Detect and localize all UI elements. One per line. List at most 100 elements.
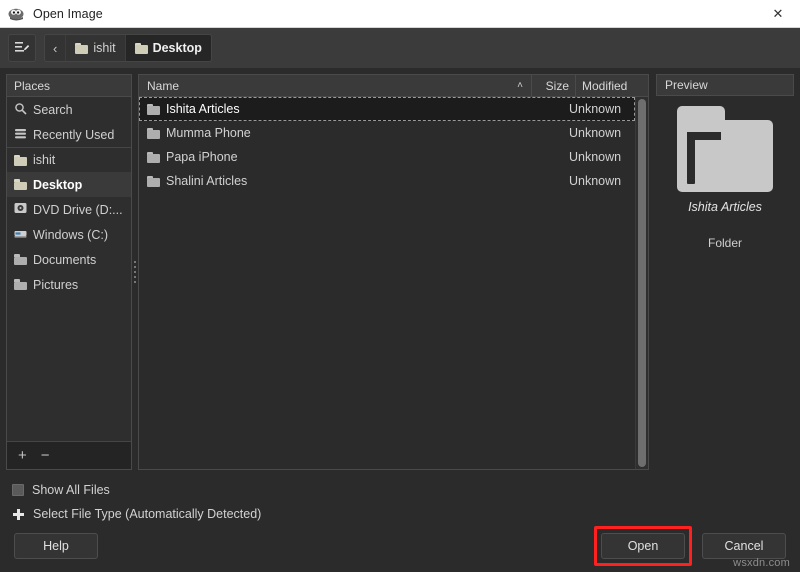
breadcrumb-item-ishit[interactable]: ishit bbox=[66, 35, 126, 61]
file-modified-cell: Unknown bbox=[569, 126, 622, 140]
search-icon bbox=[14, 102, 27, 118]
file-modified-cell: Unknown bbox=[569, 174, 622, 188]
file-name-cell: Shalini Articles bbox=[139, 174, 519, 188]
table-row[interactable]: Shalini Articles Unknown bbox=[139, 169, 635, 193]
close-icon[interactable]: ✕ bbox=[756, 0, 800, 27]
sidebar-item-label: DVD Drive (D:... bbox=[33, 202, 123, 217]
places-footer: + − bbox=[7, 441, 131, 469]
folder-icon bbox=[134, 42, 148, 54]
file-list-header: Name ˄ Size Modified bbox=[139, 75, 648, 97]
sidebar-item-ishit[interactable]: ishit bbox=[7, 147, 131, 172]
folder-icon bbox=[75, 42, 89, 54]
preview-body: Ishita Articles Folder bbox=[656, 96, 794, 470]
column-header-size[interactable]: Size bbox=[532, 75, 576, 96]
scrollbar-thumb[interactable] bbox=[638, 99, 646, 467]
window-title: Open Image bbox=[33, 6, 103, 21]
sidebar-item-label: Pictures bbox=[33, 277, 79, 292]
file-name-cell: Papa iPhone bbox=[139, 150, 519, 164]
preview-file-type: Folder bbox=[707, 236, 742, 250]
footer-bar: Help Open Cancel wsxdn.com bbox=[0, 526, 800, 572]
sidebar-item-pictures[interactable]: Pictures bbox=[7, 272, 131, 297]
show-all-files-checkbox[interactable] bbox=[12, 484, 24, 496]
cancel-button[interactable]: Cancel bbox=[702, 533, 786, 559]
file-name-label: Shalini Articles bbox=[166, 174, 248, 188]
file-name-cell: Ishita Articles bbox=[139, 102, 519, 116]
sidebar-item-label: ishit bbox=[33, 153, 56, 167]
folder-icon bbox=[147, 151, 160, 163]
places-panel: Places Search Recently Used ishit Deskto… bbox=[6, 74, 132, 470]
sidebar-item-label: Desktop bbox=[33, 177, 83, 192]
table-row[interactable]: Papa iPhone Unknown bbox=[139, 145, 635, 169]
add-place-button[interactable]: + bbox=[18, 448, 27, 463]
footer-actions: Open Cancel bbox=[594, 526, 786, 566]
column-header-name-label: Name bbox=[147, 78, 180, 93]
sidebar-item-label: Search bbox=[33, 102, 73, 117]
file-modified-cell: Unknown bbox=[569, 102, 622, 116]
show-all-files-label: Show All Files bbox=[32, 483, 110, 497]
file-name-label: Ishita Articles bbox=[166, 102, 240, 116]
open-button-highlight: Open bbox=[594, 526, 692, 566]
expander-plus-icon[interactable] bbox=[12, 508, 25, 521]
open-image-dialog: Open Image ✕ ‹ ishit Desktop Places Sear… bbox=[0, 0, 800, 572]
folder-notch-side bbox=[687, 132, 695, 184]
remove-place-button[interactable]: − bbox=[41, 448, 50, 463]
type-a-file-name-icon bbox=[15, 42, 30, 52]
folder-icon bbox=[14, 254, 27, 265]
sidebar-item-recently-used[interactable]: Recently Used bbox=[7, 122, 131, 147]
places-header: Places bbox=[7, 75, 131, 97]
sidebar-item-windows-c[interactable]: Windows (C:) bbox=[7, 222, 131, 247]
breadcrumb: ‹ ishit Desktop bbox=[44, 34, 212, 62]
breadcrumb-item-desktop[interactable]: Desktop bbox=[125, 35, 211, 61]
file-name-cell: Mumma Phone bbox=[139, 126, 519, 140]
breadcrumb-label: ishit bbox=[93, 41, 116, 55]
table-row[interactable]: Ishita Articles Unknown bbox=[139, 97, 635, 121]
dvd-drive-icon bbox=[14, 202, 27, 217]
sidebar-item-dvd-drive[interactable]: DVD Drive (D:... bbox=[7, 197, 131, 222]
sidebar-item-label: Documents bbox=[33, 252, 97, 267]
dialog-body: Places Search Recently Used ishit Deskto… bbox=[0, 68, 800, 470]
gimp-wilber-icon bbox=[8, 6, 26, 22]
folder-icon bbox=[147, 175, 160, 187]
splitter-grip-icon bbox=[134, 261, 136, 283]
breadcrumb-back-button[interactable]: ‹ bbox=[45, 35, 67, 61]
file-list-body: Ishita Articles Unknown Mumma Phone Unkn… bbox=[139, 97, 648, 469]
places-list: Search Recently Used ishit Desktop DVD D… bbox=[7, 97, 131, 441]
breadcrumb-label: Desktop bbox=[152, 41, 202, 55]
sidebar-item-label: Windows (C:) bbox=[33, 227, 109, 242]
folder-icon-large bbox=[677, 106, 773, 192]
options-area: Show All Files Select File Type (Automat… bbox=[0, 470, 800, 526]
select-file-type-label: Select File Type (Automatically Detected… bbox=[33, 507, 262, 521]
file-name-label: Papa iPhone bbox=[166, 150, 238, 164]
title-bar: Open Image ✕ bbox=[0, 0, 800, 28]
file-rows: Ishita Articles Unknown Mumma Phone Unkn… bbox=[139, 97, 635, 469]
folder-icon bbox=[14, 179, 27, 190]
preview-header: Preview bbox=[656, 74, 794, 96]
open-button[interactable]: Open bbox=[601, 533, 685, 559]
select-file-type-row[interactable]: Select File Type (Automatically Detected… bbox=[12, 502, 800, 526]
vertical-scrollbar[interactable] bbox=[635, 97, 648, 469]
folder-icon bbox=[147, 103, 160, 115]
preview-file-name: Ishita Articles bbox=[688, 200, 762, 214]
folder-icon bbox=[14, 279, 27, 290]
file-list-panel: Name ˄ Size Modified Ishita Articles Unk… bbox=[138, 74, 649, 470]
folder-icon bbox=[14, 154, 27, 166]
panel-splitter[interactable] bbox=[132, 74, 138, 470]
hard-drive-icon bbox=[14, 228, 27, 242]
column-header-modified[interactable]: Modified bbox=[576, 75, 648, 96]
recent-icon bbox=[14, 127, 27, 143]
column-header-name[interactable]: Name ˄ bbox=[139, 75, 532, 96]
sidebar-item-documents[interactable]: Documents bbox=[7, 247, 131, 272]
toolbar: ‹ ishit Desktop bbox=[0, 28, 800, 68]
file-name-label: Mumma Phone bbox=[166, 126, 251, 140]
help-button[interactable]: Help bbox=[14, 533, 98, 559]
sidebar-item-label: Recently Used bbox=[33, 127, 115, 142]
sidebar-item-search[interactable]: Search bbox=[7, 97, 131, 122]
table-row[interactable]: Mumma Phone Unknown bbox=[139, 121, 635, 145]
sort-ascending-icon: ˄ bbox=[517, 80, 523, 91]
preview-panel: Preview Ishita Articles Folder bbox=[656, 74, 794, 470]
file-modified-cell: Unknown bbox=[569, 150, 622, 164]
sidebar-item-desktop[interactable]: Desktop bbox=[7, 172, 131, 197]
show-all-files-row[interactable]: Show All Files bbox=[12, 478, 800, 502]
type-a-file-name-button[interactable] bbox=[8, 34, 36, 62]
folder-icon bbox=[147, 127, 160, 139]
